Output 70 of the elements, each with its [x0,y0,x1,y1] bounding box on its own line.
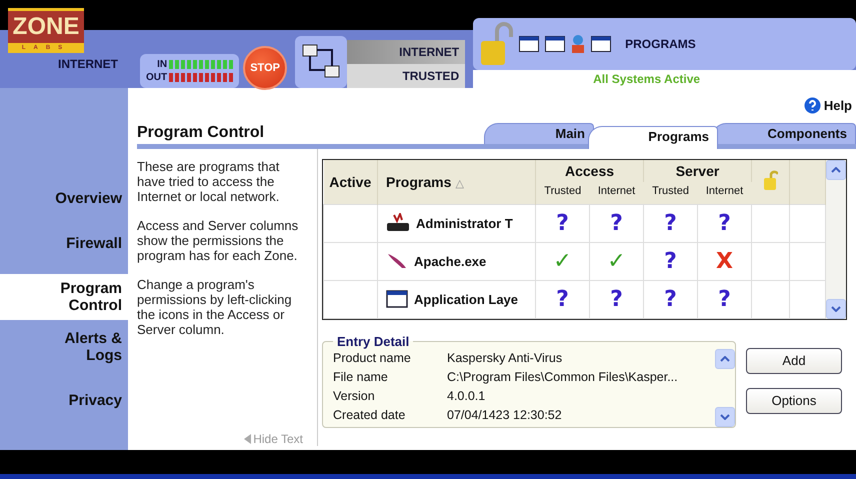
field-value: C:\Program Files\Common Files\Kasper... [447,368,679,386]
caret-up-icon [720,356,730,362]
program-name-cell[interactable]: Administrator T [378,204,536,242]
caret-down-icon [720,414,730,420]
zone-label: INTERNET [58,57,119,71]
field-value: 4.0.0.1 [447,388,486,404]
column-header: Access [564,163,614,179]
permission-icon[interactable]: ? [664,286,677,312]
program-name: Administrator T [416,216,513,230]
program-name: Application Laye [414,292,518,306]
scroll-up-button[interactable] [826,160,846,180]
window-icon [519,36,540,52]
sidebar-item[interactable]: Privacy [0,386,128,415]
entry-detail-title: Entry Detail [336,334,410,348]
permission-icon[interactable]: ? [610,286,623,312]
column-header[interactable]: Programs [386,174,452,190]
permission-icon[interactable]: ? [610,210,623,236]
field-label: File name [333,368,389,386]
help-link[interactable]: Help [824,98,856,113]
window-icon [386,290,408,308]
padlock-icon [764,169,778,192]
program-name-cell[interactable]: Application Laye [378,280,536,318]
description-text: Access and Server columns show the permissions the program has for each Zone. [137,218,300,263]
field-label: Created date [333,406,406,424]
action-button[interactable]: Add [746,348,842,374]
permission-icon[interactable]: ? [664,210,677,236]
traffic-meter-icon [169,60,234,69]
caret-down-icon [831,306,842,312]
program-name: Apache.exe [414,254,486,268]
traffic-meter-icon [169,73,234,82]
scrollbar[interactable] [715,348,733,426]
help-icon[interactable] [804,97,821,114]
permission-icon[interactable]: ? [556,210,569,236]
program-name-cell[interactable]: Apache.exe [378,242,536,280]
zone-trusted-label: TRUSTED [347,64,466,88]
sidebar-item[interactable]: Program Control [0,274,128,320]
caret-icon [244,434,252,444]
scroll-down-button[interactable] [826,298,846,318]
permission-icon[interactable]: ? [718,210,731,236]
action-button[interactable]: Options [746,388,842,414]
sidebar-item[interactable]: Firewall [0,229,128,258]
description-text: These are programs that have tried to access the Internet or local network. [137,159,280,204]
programs-label: PROGRAMS [625,37,696,51]
permission-icon[interactable]: ? [664,248,677,274]
sidebar-item[interactable]: Alerts & Logs [0,324,128,370]
window-icon [591,36,612,52]
sidebar-item[interactable]: Overview [0,184,128,213]
window-icon [545,36,566,52]
scrollbar[interactable] [826,160,846,318]
sort-indicator: △ [455,178,464,190]
tab[interactable]: Programs [588,126,718,149]
tab[interactable]: Main [484,123,594,144]
description-text: Change a program's permissions by left-clicking the icons in the Access or Server column. [137,277,293,337]
field-value: 07/04/1423 12:30:52 [447,406,563,424]
people-icon [571,35,586,53]
scroll-up-button[interactable] [715,348,735,368]
zone-internet-label: INTERNET [347,40,466,64]
in-label: IN [156,60,168,70]
permission-icon[interactable]: ? [718,286,731,312]
caret-up-icon [831,167,842,173]
status-text: All Systems Active [473,70,856,88]
field-label: Product name [333,350,412,366]
padlock-icon [479,21,514,67]
out-label: OUT [146,72,168,82]
feather-icon [386,252,408,270]
column-header: Server [676,163,720,179]
permission-icon[interactable]: ? [556,286,569,312]
page-title: Program Control [137,123,264,143]
field-label: Version [333,388,376,404]
field-value: Kaspersky Anti-Virus [447,350,564,367]
